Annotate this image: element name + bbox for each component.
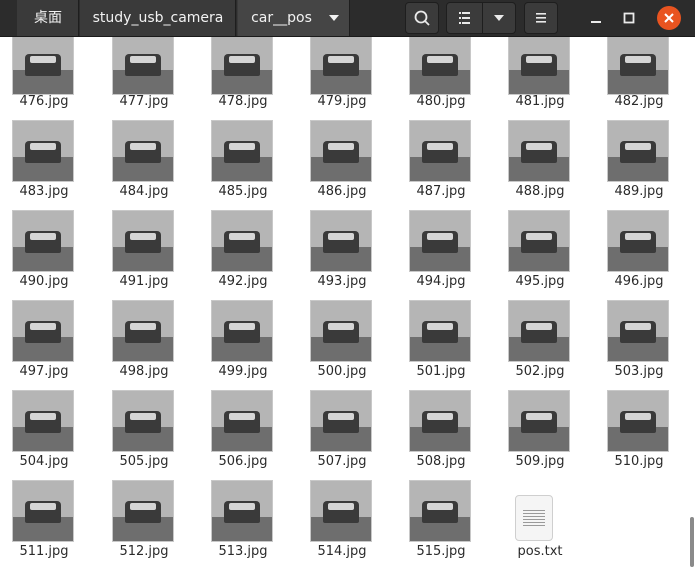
image-thumbnail [508, 120, 570, 182]
list-view-icon [459, 12, 470, 24]
file-name-label: 490.jpg [19, 274, 69, 289]
maximize-icon [623, 12, 635, 24]
chevron-down-icon[interactable] [329, 14, 339, 22]
file-name-label: 497.jpg [19, 364, 69, 379]
image-thumbnail [409, 120, 471, 182]
file-name-label: 515.jpg [416, 544, 466, 559]
file-item[interactable]: 512.jpg [100, 37, 190, 559]
file-name-label: 491.jpg [119, 274, 169, 289]
file-name-label: 506.jpg [218, 454, 268, 469]
file-item[interactable]: 515.jpg [397, 37, 487, 559]
image-thumbnail [12, 300, 74, 362]
file-name-label: 488.jpg [515, 184, 565, 199]
file-name-label: 499.jpg [218, 364, 268, 379]
close-button[interactable] [657, 6, 681, 30]
image-thumbnail [211, 300, 273, 362]
file-name-label: 501.jpg [416, 364, 466, 379]
file-item[interactable]: 511.jpg [0, 37, 90, 559]
image-thumbnail [211, 390, 273, 452]
file-item[interactable]: 513.jpg [199, 37, 289, 559]
image-thumbnail [508, 390, 570, 452]
file-name-label: 486.jpg [317, 184, 367, 199]
image-thumbnail [211, 120, 273, 182]
hamburger-menu-icon [536, 13, 546, 23]
file-name-label: 505.jpg [119, 454, 169, 469]
file-name-label: 492.jpg [218, 274, 268, 289]
image-thumbnail [211, 210, 273, 272]
file-name-label: 508.jpg [416, 454, 466, 469]
text-file-icon [515, 495, 553, 541]
header-bar: 桌面 study_usb_camera car__pos [0, 0, 695, 37]
image-thumbnail [112, 480, 174, 542]
breadcrumb-car-pos[interactable]: car__pos [237, 0, 350, 36]
minimize-icon [591, 21, 601, 23]
search-icon [414, 10, 430, 26]
image-thumbnail [607, 300, 669, 362]
file-name-label: 502.jpg [515, 364, 565, 379]
list-view-button[interactable] [446, 2, 483, 34]
image-thumbnail [310, 480, 372, 542]
image-thumbnail [12, 390, 74, 452]
image-thumbnail [607, 210, 669, 272]
image-thumbnail [310, 210, 372, 272]
minimize-button[interactable] [584, 6, 608, 30]
image-thumbnail [409, 480, 471, 542]
file-item[interactable]: 514.jpg [298, 37, 388, 559]
image-thumbnail [112, 390, 174, 452]
file-name-label: 514.jpg [317, 544, 367, 559]
breadcrumb-car-pos-label: car__pos [251, 10, 312, 26]
image-thumbnail [409, 210, 471, 272]
image-thumbnail [12, 120, 74, 182]
image-thumbnail [310, 390, 372, 452]
image-thumbnail [12, 210, 74, 272]
main-menu-button[interactable] [524, 2, 558, 34]
search-button[interactable] [405, 2, 439, 34]
file-name-label: 495.jpg [515, 274, 565, 289]
image-thumbnail [310, 300, 372, 362]
breadcrumb-desktop[interactable]: 桌面 [17, 0, 79, 36]
image-thumbnail [607, 120, 669, 182]
scrollbar[interactable] [689, 37, 695, 569]
image-thumbnail [112, 120, 174, 182]
file-name-label: 511.jpg [19, 544, 69, 559]
image-thumbnail [508, 210, 570, 272]
image-thumbnail [508, 300, 570, 362]
scrollbar-thumb[interactable] [690, 517, 694, 567]
image-thumbnail [112, 210, 174, 272]
file-name-label: 512.jpg [119, 544, 169, 559]
file-name-label: 503.jpg [614, 364, 664, 379]
file-grid: 476.jpg 477.jpg 478.jpg 479.jpg 480.jpg 481.j… [0, 37, 695, 569]
file-name-label: 496.jpg [614, 274, 664, 289]
file-name-label: 510.jpg [614, 454, 664, 469]
file-name-label: 485.jpg [218, 184, 268, 199]
file-name-label: 487.jpg [416, 184, 466, 199]
file-name-label: 493.jpg [317, 274, 367, 289]
file-name-label: 494.jpg [416, 274, 466, 289]
file-name-label: 507.jpg [317, 454, 367, 469]
image-thumbnail [409, 300, 471, 362]
file-item[interactable]: 510.jpg [595, 37, 685, 469]
maximize-button[interactable] [617, 6, 641, 30]
file-name-label: 489.jpg [614, 184, 664, 199]
file-name-label: 513.jpg [218, 544, 268, 559]
file-name-label: 509.jpg [515, 454, 565, 469]
image-thumbnail [607, 390, 669, 452]
file-name-label: 484.jpg [119, 184, 169, 199]
file-name-label: 483.jpg [19, 184, 69, 199]
chevron-down-icon [494, 15, 504, 21]
image-thumbnail [211, 480, 273, 542]
file-name-label: 500.jpg [317, 364, 367, 379]
image-thumbnail [310, 120, 372, 182]
file-name-label: pos.txt [517, 544, 563, 559]
file-item[interactable]: pos.txt [496, 37, 586, 559]
image-thumbnail [409, 390, 471, 452]
view-options-dropdown[interactable] [482, 2, 516, 34]
file-name-label: 498.jpg [119, 364, 169, 379]
file-name-label: 504.jpg [19, 454, 69, 469]
image-thumbnail [112, 300, 174, 362]
breadcrumb-study-usb-camera[interactable]: study_usb_camera [80, 0, 236, 36]
close-icon [664, 13, 674, 23]
image-thumbnail [12, 480, 74, 542]
